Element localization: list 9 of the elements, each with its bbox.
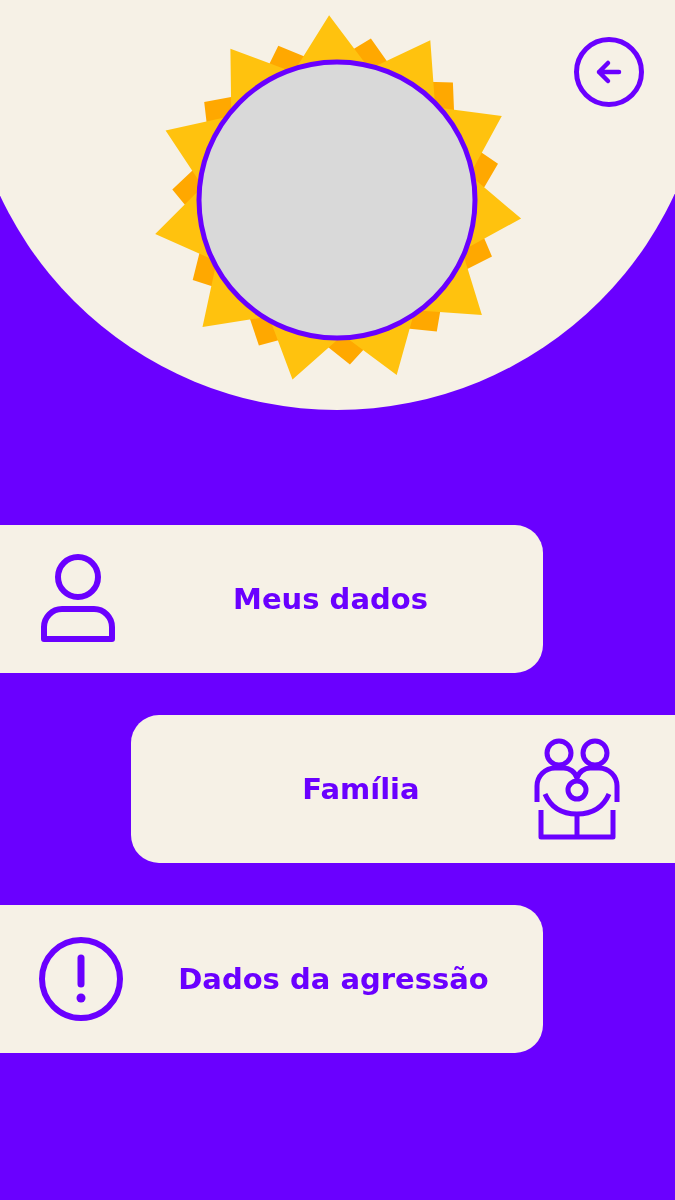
menu-label: Meus dados <box>232 582 429 616</box>
menu-label: Família <box>301 772 421 806</box>
menu-card[interactable]: Dados da agressão <box>0 905 543 1053</box>
person-icon <box>38 553 118 645</box>
menu-card[interactable]: Família <box>131 715 675 863</box>
menu-label: Dados da agressão <box>177 962 490 996</box>
exclamation-icon <box>38 936 124 1022</box>
back-button[interactable] <box>574 37 644 107</box>
menu-card[interactable]: Meus dados <box>0 525 543 673</box>
